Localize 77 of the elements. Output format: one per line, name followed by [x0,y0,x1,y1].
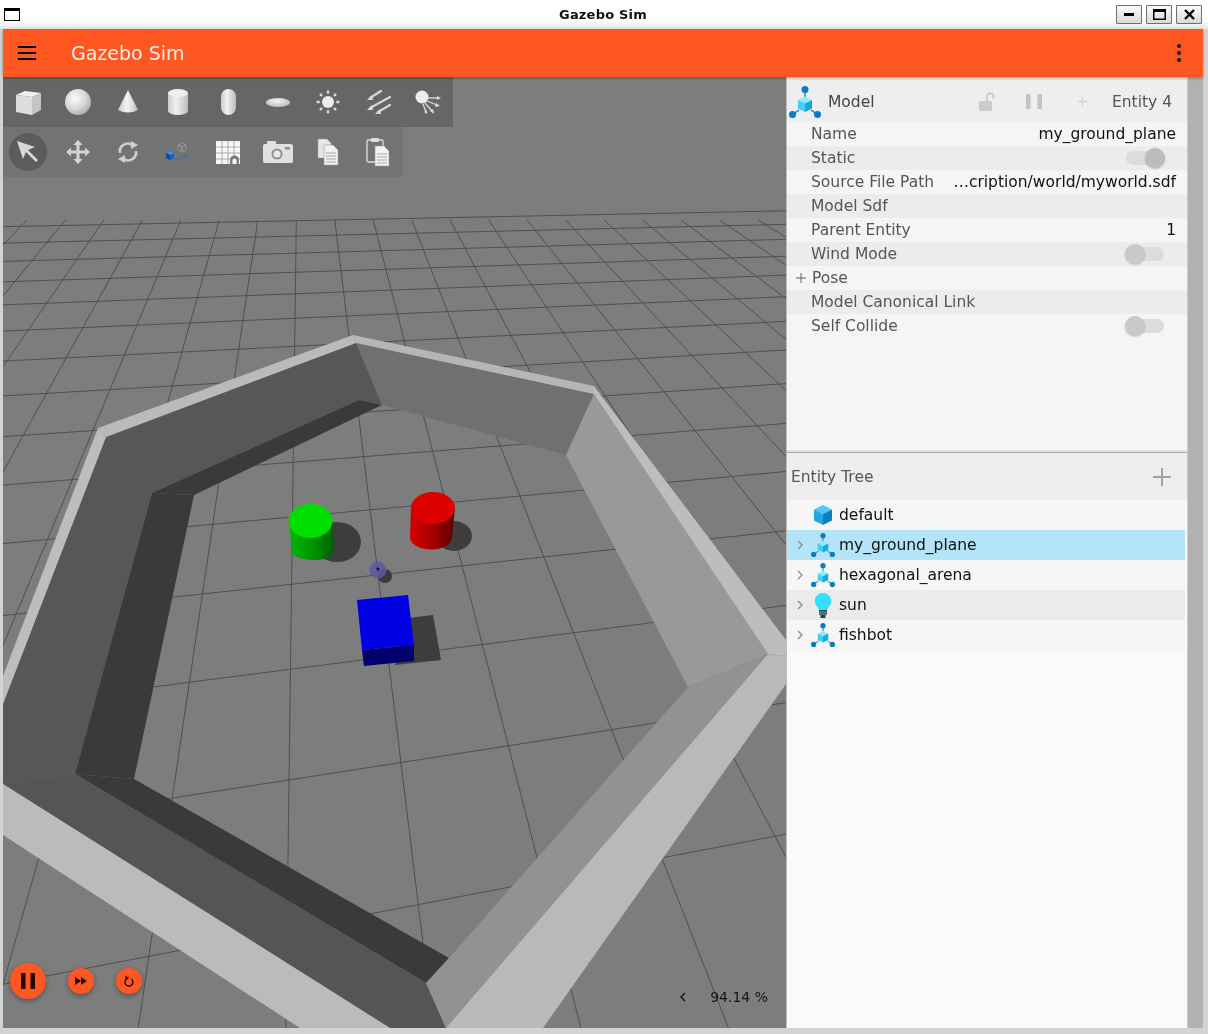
property-label[interactable]: Pose [812,269,848,287]
cube-icon [15,89,41,115]
chevron-right-icon[interactable] [797,570,803,580]
close-button[interactable] [1176,5,1202,24]
copy-icon [318,139,338,165]
panel-title: Entity Tree [791,467,875,486]
sun-icon [316,90,340,114]
property-value: 1 [1166,221,1176,239]
cube-nodes-icon [811,623,835,647]
tree-item[interactable]: default [787,500,1185,530]
cube-snap-icon [166,142,190,162]
app-title: Gazebo Sim [71,42,186,64]
clipboard-icon [367,138,389,166]
cube-model [357,595,414,666]
tree-item[interactable]: hexagonal_arena [787,560,1185,590]
toggle-switch[interactable] [1125,148,1165,168]
plus-icon[interactable] [796,273,806,283]
cube-icon [814,505,832,525]
chevron-right-icon[interactable] [797,540,803,550]
cylinder-model [288,504,335,561]
ellipsoid-icon [266,97,290,107]
spotlight-icon [415,90,441,114]
property-label: Model Sdf [811,197,888,215]
property-label: Self Collide [811,317,898,335]
reset-icon [124,975,134,987]
tree-item-label: hexagonal_arena [839,566,972,584]
camera-icon [263,141,293,163]
pointer-arrow-icon [17,141,39,163]
property-label: Wind Mode [811,245,898,263]
move-arrows-icon [66,140,90,164]
toggle-switch[interactable] [1125,316,1165,336]
entity-id-label: Entity 4 [1111,92,1172,111]
component-type-label: Model [828,92,876,111]
property-value: …cription/world/myworld.sdf [953,173,1176,191]
property-label: Parent Entity [811,221,911,239]
window-icon [4,8,20,21]
tree-item[interactable]: my_ground_plane [787,530,1185,560]
tree-item[interactable]: fishbot [787,620,1185,650]
tree-item-label: default [839,506,894,524]
cube-nodes-icon [811,563,835,587]
maximize-icon [1152,9,1166,20]
minimize-icon [1124,13,1134,16]
rotate-arrows-icon [117,141,139,163]
toggle-switch[interactable] [1125,244,1165,264]
side-scrollbar[interactable] [1187,77,1203,1028]
real-time-factor: 94.14 % [710,989,768,1005]
maximize-button[interactable] [1146,5,1172,24]
chevron-left-icon[interactable] [680,992,687,1002]
sphere-icon [65,89,91,115]
cylinder-model [410,492,455,550]
cone-icon [118,90,138,114]
property-value: my_ground_plane [1038,125,1176,143]
cube-nodes-icon [789,85,821,118]
more-icon [1177,44,1181,62]
property-label: Model Canonical Link [811,293,976,311]
grid-icon [216,140,240,164]
minimize-button[interactable] [1116,5,1142,24]
fast-forward-icon [75,977,87,985]
property-label: Name [811,125,857,143]
close-icon [1183,9,1195,20]
chevron-right-icon[interactable] [797,630,803,640]
parallel-arrows-icon [365,90,391,114]
window-title: Gazebo Sim [559,7,647,22]
cube-nodes-icon [811,533,835,557]
tree-item[interactable]: sun [787,590,1185,620]
lightbulb-icon [815,592,831,618]
robot-model [369,561,392,583]
property-label: Source File Path [811,173,935,191]
capsule-icon [220,89,236,115]
pause-icon [21,973,35,989]
tree-item-label: sun [839,596,867,614]
menu-icon [18,46,36,60]
tree-item-label: my_ground_plane [839,536,977,554]
tree-item-label: fishbot [839,626,893,644]
property-label: Static [811,149,856,167]
chevron-right-icon[interactable] [797,600,803,610]
cylinder-icon [168,89,188,115]
